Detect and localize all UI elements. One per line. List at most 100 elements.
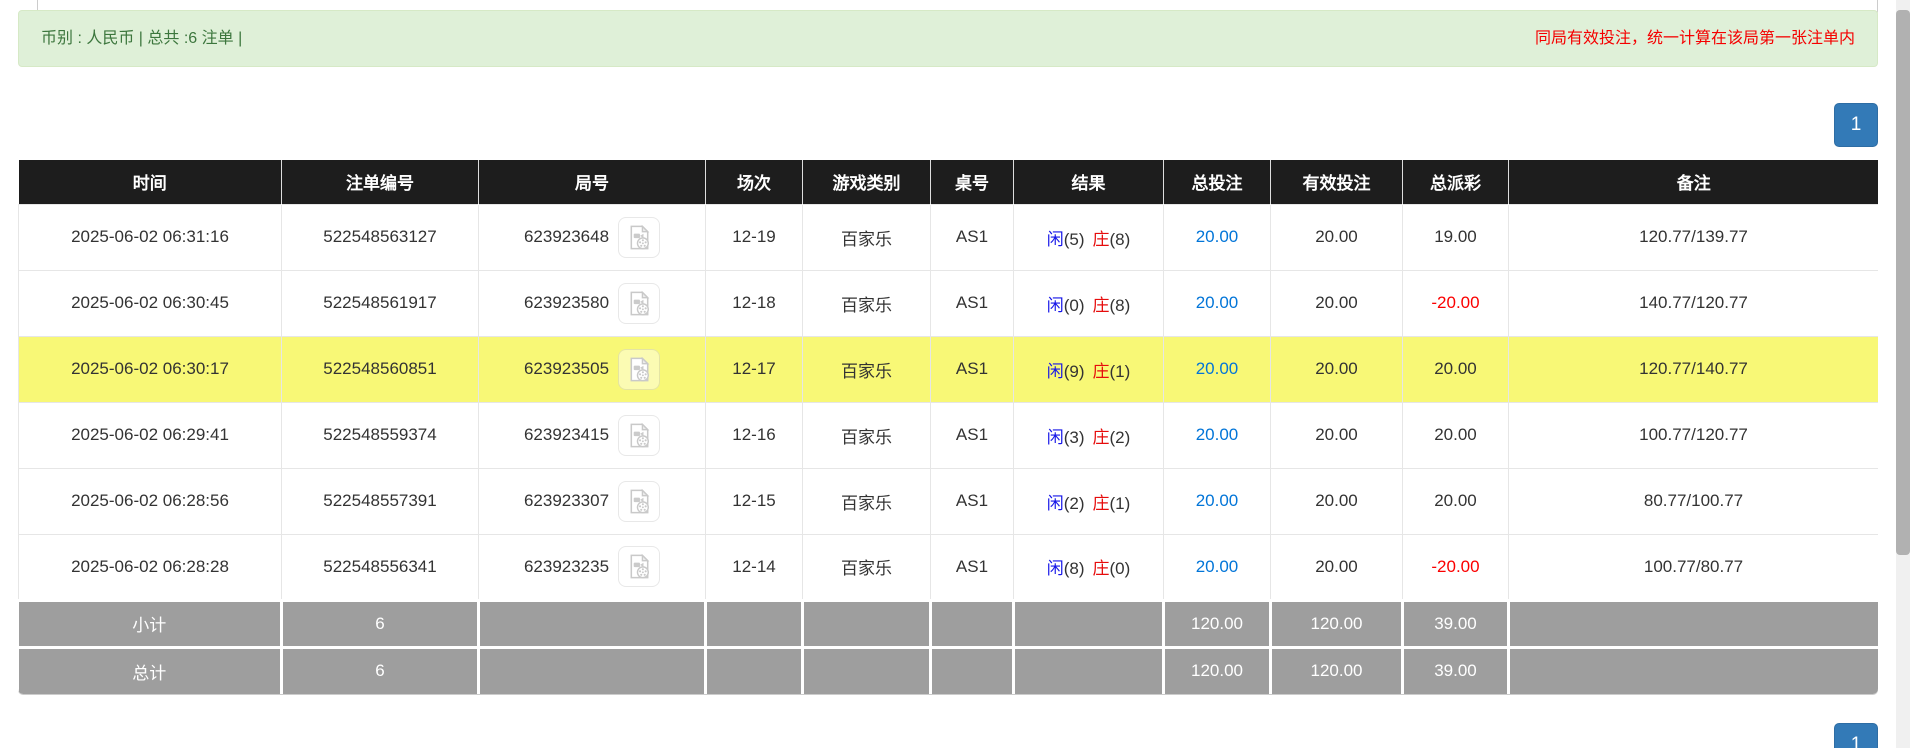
- result-player-score: (0): [1064, 296, 1085, 315]
- cell-round-id: 623923648: [479, 204, 706, 270]
- cell-time: 2025-06-02 06:28:56: [19, 468, 282, 534]
- result-banker-score: (0): [1110, 559, 1131, 578]
- cell-session: 12-17: [706, 336, 803, 402]
- result-banker-score: (1): [1110, 362, 1131, 381]
- result-banker-label: 庄: [1093, 230, 1110, 249]
- cell-session: 12-18: [706, 270, 803, 336]
- cell-total-payout: -20.00: [1403, 270, 1509, 336]
- video-replay-button[interactable]: [618, 283, 660, 324]
- pagination-top: 1: [18, 103, 1878, 147]
- cell-total-bet[interactable]: 20.00: [1164, 468, 1271, 534]
- table-body: 2025-06-02 06:31:16 522548563127 6239236…: [19, 204, 1879, 600]
- col-total-payout: 总派彩: [1403, 160, 1509, 204]
- result-player-score: (3): [1064, 428, 1085, 447]
- cell-total-bet[interactable]: 20.00: [1164, 402, 1271, 468]
- cell-result: 闲(2)庄(1): [1014, 468, 1164, 534]
- round-id-text: 623923580: [524, 293, 609, 313]
- result-banker-label: 庄: [1093, 362, 1110, 381]
- table-row: 2025-06-02 06:30:17 522548560851 6239235…: [19, 336, 1879, 402]
- table-row: 2025-06-02 06:28:28 522548556341 6239232…: [19, 534, 1879, 600]
- cell-bet-id: 522548560851: [282, 336, 479, 402]
- grand-total-total-bet: 120.00: [1164, 647, 1271, 694]
- cell-bet-id: 522548563127: [282, 204, 479, 270]
- result-player-score: (9): [1064, 362, 1085, 381]
- video-replay-button[interactable]: [618, 546, 660, 587]
- result-banker-label: 庄: [1093, 559, 1110, 578]
- round-id-text: 623923415: [524, 425, 609, 445]
- cell-table-no: AS1: [931, 204, 1014, 270]
- video-replay-button[interactable]: [618, 481, 660, 522]
- cell-game-type: 百家乐: [803, 402, 931, 468]
- cell-round-id: 623923415: [479, 402, 706, 468]
- col-valid-bet: 有效投注: [1271, 160, 1403, 204]
- result-banker-score: (2): [1110, 428, 1131, 447]
- video-file-icon: [626, 488, 653, 515]
- result-player-label: 闲: [1047, 230, 1064, 249]
- grand-total-row: 总计 6 120.00 120.00 39.00: [19, 647, 1879, 694]
- cell-total-bet[interactable]: 20.00: [1164, 336, 1271, 402]
- video-replay-button[interactable]: [618, 415, 660, 456]
- scrollbar-thumb[interactable]: [1896, 10, 1910, 555]
- video-file-icon: [626, 356, 653, 383]
- col-time: 时间: [19, 160, 282, 204]
- col-remark: 备注: [1509, 160, 1879, 204]
- round-id-text: 623923307: [524, 491, 609, 511]
- result-banker-score: (1): [1110, 494, 1131, 513]
- cell-valid-bet: 20.00: [1271, 204, 1403, 270]
- cell-bet-id: 522548561917: [282, 270, 479, 336]
- cell-total-bet[interactable]: 20.00: [1164, 204, 1271, 270]
- cell-total-payout: -20.00: [1403, 534, 1509, 600]
- result-player-score: (5): [1064, 230, 1085, 249]
- cell-game-type: 百家乐: [803, 534, 931, 600]
- result-player-score: (8): [1064, 559, 1085, 578]
- cell-total-payout: 20.00: [1403, 336, 1509, 402]
- result-banker-label: 庄: [1093, 296, 1110, 315]
- col-bet-id: 注单编号: [282, 160, 479, 204]
- cell-session: 12-15: [706, 468, 803, 534]
- page-1-button-bottom[interactable]: 1: [1834, 723, 1878, 748]
- cell-remark: 100.77/120.77: [1509, 402, 1879, 468]
- pagination-bottom: 1: [18, 723, 1878, 748]
- video-replay-button[interactable]: [618, 349, 660, 390]
- cell-valid-bet: 20.00: [1271, 336, 1403, 402]
- video-file-icon: [626, 553, 653, 580]
- result-banker-score: (8): [1110, 296, 1131, 315]
- video-file-icon: [626, 290, 653, 317]
- table-row: 2025-06-02 06:29:41 522548559374 6239234…: [19, 402, 1879, 468]
- cell-table-no: AS1: [931, 336, 1014, 402]
- video-replay-button[interactable]: [618, 217, 660, 258]
- cell-table-no: AS1: [931, 534, 1014, 600]
- col-round-id: 局号: [479, 160, 706, 204]
- cell-valid-bet: 20.00: [1271, 402, 1403, 468]
- bet-records-table: 时间 注单编号 局号 场次 游戏类别 桌号 结果 总投注 有效投注 总派彩 备注…: [18, 160, 1878, 694]
- cell-bet-id: 522548556341: [282, 534, 479, 600]
- cell-total-payout: 19.00: [1403, 204, 1509, 270]
- table-row: 2025-06-02 06:30:45 522548561917 6239235…: [19, 270, 1879, 336]
- cell-result: 闲(8)庄(0): [1014, 534, 1164, 600]
- cell-table-no: AS1: [931, 402, 1014, 468]
- page-1-button-top[interactable]: 1: [1834, 103, 1878, 147]
- cell-result: 闲(9)庄(1): [1014, 336, 1164, 402]
- cell-time: 2025-06-02 06:30:17: [19, 336, 282, 402]
- subtotal-row: 小计 6 120.00 120.00 39.00: [19, 600, 1879, 647]
- grand-total-label: 总计: [19, 647, 282, 694]
- cell-valid-bet: 20.00: [1271, 270, 1403, 336]
- grand-total-total-payout: 39.00: [1403, 647, 1509, 694]
- cell-time: 2025-06-02 06:29:41: [19, 402, 282, 468]
- cell-result: 闲(3)庄(2): [1014, 402, 1164, 468]
- result-banker-label: 庄: [1093, 494, 1110, 513]
- grand-total-valid-bet: 120.00: [1271, 647, 1403, 694]
- result-banker-label: 庄: [1093, 428, 1110, 447]
- vertical-scrollbar[interactable]: [1896, 0, 1910, 748]
- cell-remark: 100.77/80.77: [1509, 534, 1879, 600]
- summary-alert-bar: 币别 : 人民币 | 总共 :6 注单 | 同局有效投注，统一计算在该局第一张注…: [18, 10, 1878, 67]
- subtotal-valid-bet: 120.00: [1271, 600, 1403, 647]
- round-id-text: 623923648: [524, 227, 609, 247]
- cell-time: 2025-06-02 06:28:28: [19, 534, 282, 600]
- grand-total-count: 6: [282, 647, 479, 694]
- cell-session: 12-16: [706, 402, 803, 468]
- cell-total-bet[interactable]: 20.00: [1164, 270, 1271, 336]
- cell-total-bet[interactable]: 20.00: [1164, 534, 1271, 600]
- cell-result: 闲(0)庄(8): [1014, 270, 1164, 336]
- cell-remark: 120.77/139.77: [1509, 204, 1879, 270]
